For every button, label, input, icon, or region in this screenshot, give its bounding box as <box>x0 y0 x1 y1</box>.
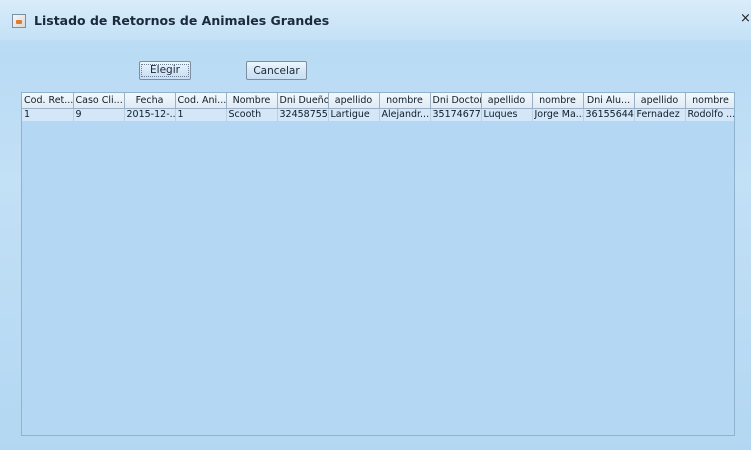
table-cell: 35174677 <box>430 108 482 121</box>
column-header[interactable]: nombre <box>532 93 584 109</box>
column-header[interactable]: Cod. Ret... <box>22 93 74 109</box>
column-header[interactable]: Cod. Ani... <box>175 93 227 109</box>
table-cell: 1 <box>175 108 227 121</box>
retornos-table: Cod. Ret... Caso Cli... Fecha Cod. Ani..… <box>22 93 734 121</box>
column-header[interactable]: Dni Dueño <box>277 93 329 109</box>
table-row[interactable]: 1 9 2015-12-... 1 Scooth 32458755 Lartig… <box>22 108 734 121</box>
table-cell: 32458755 <box>277 108 329 121</box>
table-cell: Rodolfo ... <box>685 108 734 121</box>
table-cell: Lartigue <box>328 108 380 121</box>
table-cell: Jorge Ma... <box>532 108 584 121</box>
elegir-button[interactable]: Elegir <box>139 61 191 80</box>
column-header[interactable]: Fecha <box>124 93 176 109</box>
table-cell: 1 <box>22 108 74 121</box>
java-app-icon <box>12 14 26 28</box>
column-header[interactable]: Caso Cli... <box>73 93 125 109</box>
column-header[interactable]: apellido <box>481 93 533 109</box>
elegir-button-label: Elegir <box>141 64 189 77</box>
column-header[interactable]: apellido <box>328 93 380 109</box>
column-header[interactable]: nombre <box>685 93 734 109</box>
title-bar[interactable]: Listado de Retornos de Animales Grandes … <box>0 0 751 40</box>
table-cell: 2015-12-... <box>124 108 176 121</box>
table-cell: 9 <box>73 108 125 121</box>
column-header[interactable]: Dni Doctor <box>430 93 482 109</box>
table-header-row: Cod. Ret... Caso Cli... Fecha Cod. Ani..… <box>22 93 734 109</box>
table-cell: Luques <box>481 108 533 121</box>
table-cell: Alejandr... <box>379 108 431 121</box>
column-header[interactable]: Dni Alu... <box>583 93 635 109</box>
column-header[interactable]: apellido <box>634 93 686 109</box>
column-header[interactable]: nombre <box>379 93 431 109</box>
close-icon[interactable]: × <box>740 11 751 27</box>
table-cell: Fernadez <box>634 108 686 121</box>
retornos-table-scrollpane[interactable]: Cod. Ret... Caso Cli... Fecha Cod. Ani..… <box>21 92 735 436</box>
dialog-window: Listado de Retornos de Animales Grandes … <box>0 0 751 450</box>
table-cell: Scooth <box>226 108 278 121</box>
table-cell: 36155644 <box>583 108 635 121</box>
column-header[interactable]: Nombre <box>226 93 278 109</box>
cancelar-button[interactable]: Cancelar <box>246 61 307 80</box>
window-title: Listado de Retornos de Animales Grandes <box>34 13 330 28</box>
